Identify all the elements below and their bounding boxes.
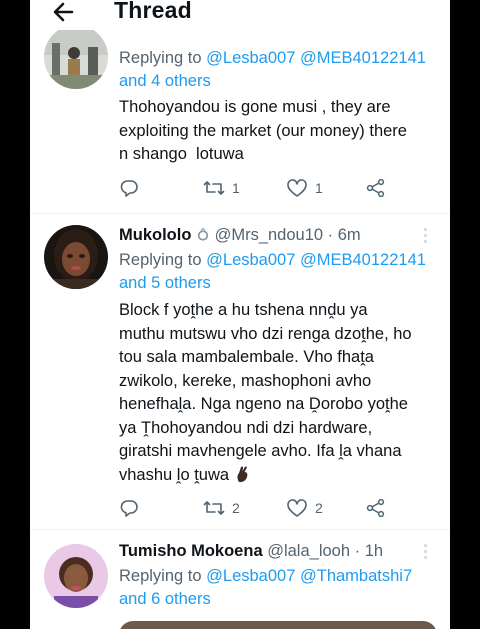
others-link[interactable]: and 5 others bbox=[119, 274, 211, 292]
mention-link[interactable]: @MEB40122141 bbox=[300, 251, 426, 269]
retweet-count: 2 bbox=[232, 500, 240, 516]
retweet-count: 1 bbox=[232, 180, 240, 196]
avatar-photo bbox=[44, 225, 108, 289]
reply-icon bbox=[120, 500, 138, 517]
mention-link[interactable]: @Lesba007 bbox=[206, 567, 295, 585]
mention-link[interactable]: @Lesba007 bbox=[206, 49, 295, 67]
page-title: Thread bbox=[114, 0, 192, 23]
like-count: 1 bbox=[315, 180, 323, 196]
tweet-text: Thohoyandou is gone musi , they are expl… bbox=[119, 98, 407, 163]
reply-button[interactable] bbox=[119, 177, 139, 199]
more-options-button[interactable] bbox=[422, 228, 430, 246]
share-icon bbox=[366, 498, 385, 518]
mention-link[interactable]: @Lesba007 bbox=[206, 251, 295, 269]
back-arrow-icon bbox=[53, 2, 74, 22]
like-button[interactable]: 2 bbox=[286, 497, 323, 519]
tweet-actions: 1 1 bbox=[119, 177, 419, 199]
display-name[interactable]: Mukololo bbox=[119, 226, 191, 244]
replying-to: Replying to @Lesba007 @MEB40122141 and 5… bbox=[119, 251, 426, 292]
tweet-item[interactable]: Mukololo @Mrs_ndou10 · 6m Replying to @L… bbox=[30, 214, 450, 529]
replying-to: Replying to @Lesba007 @MEB40122141 and 4… bbox=[119, 49, 426, 90]
more-options-button[interactable] bbox=[422, 544, 430, 562]
timestamp[interactable]: · 1h bbox=[355, 542, 383, 560]
media-preview[interactable] bbox=[119, 621, 437, 629]
app-frame: Thread Replying to @Lesba007 @MEB4012214… bbox=[30, 0, 450, 629]
reply-icon bbox=[120, 180, 138, 197]
others-link[interactable]: and 4 others bbox=[119, 72, 211, 90]
reply-button[interactable] bbox=[119, 497, 139, 519]
crossed-fingers-emoji-icon bbox=[237, 465, 248, 482]
others-link[interactable]: and 6 others bbox=[119, 590, 211, 608]
thread-header: Thread bbox=[30, 0, 450, 30]
tweet-actions: 2 2 bbox=[119, 497, 419, 519]
back-button[interactable] bbox=[50, 0, 78, 26]
display-name[interactable]: Tumisho Mokoena bbox=[119, 542, 263, 560]
avatar[interactable] bbox=[44, 225, 108, 289]
tweet-item[interactable]: Tumisho Mokoena @lala_looh · 1h Replying… bbox=[30, 530, 450, 629]
retweet-icon bbox=[203, 501, 225, 515]
like-count: 2 bbox=[315, 500, 323, 516]
tweet-item[interactable]: Replying to @Lesba007 @MEB40122141 and 4… bbox=[30, 0, 450, 213]
avatar-photo bbox=[44, 25, 108, 89]
mention-link[interactable]: @Thambatshi7 bbox=[300, 567, 412, 585]
mention-link[interactable]: @MEB40122141 bbox=[300, 49, 426, 67]
avatar[interactable] bbox=[44, 25, 108, 89]
like-button[interactable]: 1 bbox=[286, 177, 323, 199]
user-handle[interactable]: @lala_looh bbox=[267, 542, 350, 560]
user-handle[interactable]: @Mrs_ndou10 bbox=[215, 226, 323, 244]
retweet-icon bbox=[203, 181, 225, 195]
avatar-photo bbox=[44, 544, 108, 608]
tweet-meta: Tumisho Mokoena @lala_looh · 1h bbox=[119, 542, 439, 561]
timestamp[interactable]: · 6m bbox=[328, 226, 361, 244]
avatar[interactable] bbox=[44, 544, 108, 608]
retweet-button[interactable]: 2 bbox=[203, 497, 240, 519]
replying-to: Replying to @Lesba007 @Thambatshi7 and 6… bbox=[119, 567, 413, 608]
tweet-meta: Mukololo @Mrs_ndou10 · 6m bbox=[119, 226, 439, 245]
ring-emoji-icon bbox=[197, 227, 209, 241]
tweet-text: Block f yoṱhe a hu tshena nnḓu ya muthu … bbox=[119, 301, 412, 484]
share-icon bbox=[366, 178, 385, 198]
share-button[interactable] bbox=[366, 497, 386, 519]
retweet-button[interactable]: 1 bbox=[203, 177, 240, 199]
heart-icon bbox=[287, 499, 307, 517]
share-button[interactable] bbox=[366, 177, 386, 199]
heart-icon bbox=[287, 179, 307, 197]
